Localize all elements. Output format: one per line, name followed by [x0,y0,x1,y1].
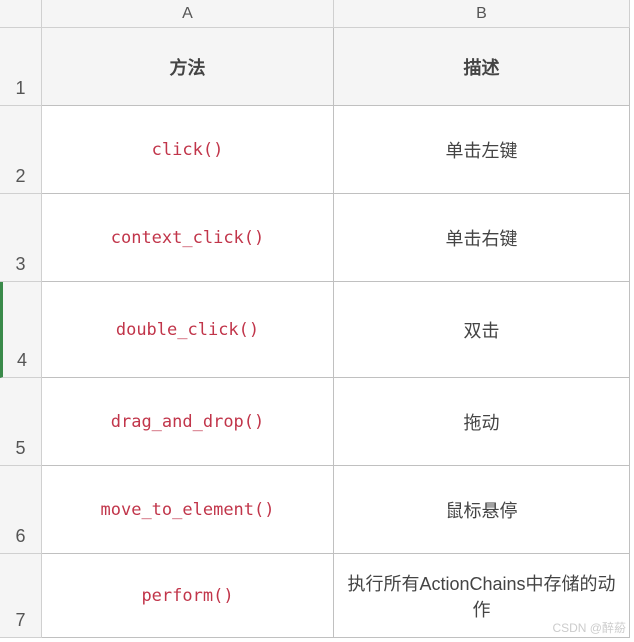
row-header-3[interactable]: 3 [0,194,42,282]
row-header-4[interactable]: 4 [0,282,42,378]
spreadsheet-grid: A B 1 方法 描述 2 click() 单击左键 3 context_cli… [0,0,634,638]
cell-a7[interactable]: perform() [42,554,334,638]
cell-a3[interactable]: context_click() [42,194,334,282]
row-header-5[interactable]: 5 [0,378,42,466]
cell-b4[interactable]: 双击 [334,282,630,378]
cell-a5[interactable]: drag_and_drop() [42,378,334,466]
row-header-2[interactable]: 2 [0,106,42,194]
cell-a2[interactable]: click() [42,106,334,194]
cell-b2[interactable]: 单击左键 [334,106,630,194]
watermark: CSDN @醉蒶 [552,619,626,636]
cell-b6[interactable]: 鼠标悬停 [334,466,630,554]
cell-a4[interactable]: double_click() [42,282,334,378]
row-header-6[interactable]: 6 [0,466,42,554]
cell-b3[interactable]: 单击右键 [334,194,630,282]
corner-cell [0,0,42,28]
row-header-7[interactable]: 7 [0,554,42,638]
table-header-description[interactable]: 描述 [334,28,630,106]
cell-a6[interactable]: move_to_element() [42,466,334,554]
row-header-1[interactable]: 1 [0,28,42,106]
cell-b5[interactable]: 拖动 [334,378,630,466]
col-header-b[interactable]: B [334,0,630,28]
col-header-a[interactable]: A [42,0,334,28]
table-header-method[interactable]: 方法 [42,28,334,106]
